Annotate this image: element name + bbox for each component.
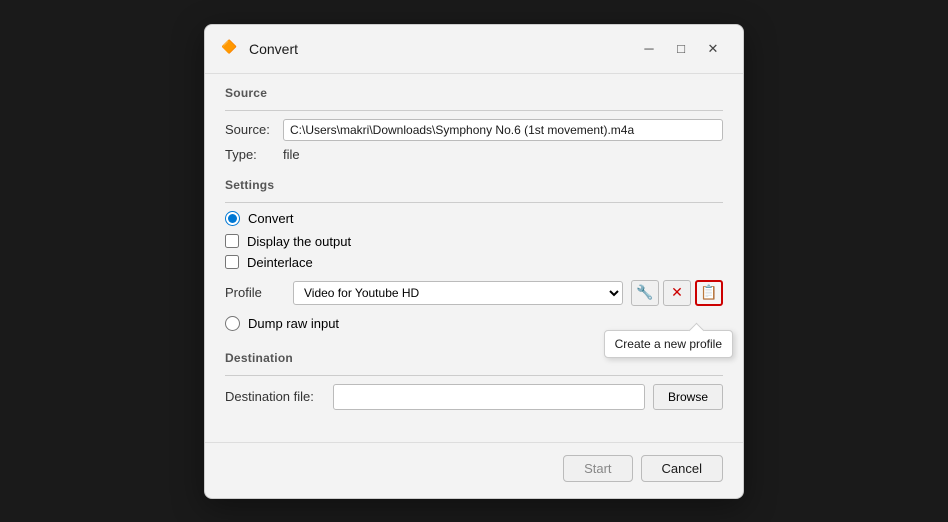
dialog-footer: Start Cancel xyxy=(205,442,743,498)
type-label: Type: xyxy=(225,147,275,162)
settings-section-label: Settings xyxy=(225,166,723,198)
deinterlace-checkbox[interactable] xyxy=(225,255,239,269)
dialog-title: Convert xyxy=(249,41,298,57)
source-row: Source: xyxy=(225,119,723,141)
type-value: file xyxy=(283,147,300,162)
title-bar-left: 🔶 Convert xyxy=(221,39,298,59)
convert-dialog: 🔶 Convert ─ □ ✕ Source Source: Type: fil… xyxy=(204,24,744,499)
title-bar: 🔶 Convert ─ □ ✕ xyxy=(205,25,743,74)
source-label: Source: xyxy=(225,122,275,137)
cancel-button[interactable]: Cancel xyxy=(641,455,723,482)
dump-raw-row: Dump raw input xyxy=(225,316,723,331)
destination-file-input[interactable] xyxy=(333,384,645,410)
dest-file-label: Destination file: xyxy=(225,389,325,404)
create-new-profile-tooltip: Create a new profile xyxy=(604,330,733,358)
deinterlace-label: Deinterlace xyxy=(247,255,313,270)
close-button[interactable]: ✕ xyxy=(699,35,727,63)
profile-new-button[interactable]: 📋 xyxy=(695,280,723,306)
vlc-icon: 🔶 xyxy=(221,39,241,59)
convert-radio-row: Convert xyxy=(225,211,723,226)
source-section-label: Source xyxy=(225,74,723,106)
type-row: Type: file xyxy=(225,147,723,162)
profile-select[interactable]: Video for Youtube HD Video for MPEG4 720… xyxy=(293,281,623,305)
profile-delete-button[interactable]: ✕ xyxy=(663,280,691,306)
destination-file-row: Destination file: Browse xyxy=(225,384,723,410)
dump-raw-radio[interactable] xyxy=(225,316,240,331)
dialog-body: Source Source: Type: file Settings Conve… xyxy=(205,74,743,434)
convert-label: Convert xyxy=(248,211,294,226)
display-output-label: Display the output xyxy=(247,234,351,249)
dump-raw-label: Dump raw input xyxy=(248,316,339,331)
display-output-checkbox[interactable] xyxy=(225,234,239,248)
profile-actions: 🔧 ✕ 📋 Create a new profile xyxy=(631,280,723,306)
maximize-button[interactable]: □ xyxy=(667,35,695,63)
profile-edit-button[interactable]: 🔧 xyxy=(631,280,659,306)
destination-divider xyxy=(225,375,723,376)
settings-divider xyxy=(225,202,723,203)
convert-radio[interactable] xyxy=(225,211,240,226)
profile-row: Profile Video for Youtube HD Video for M… xyxy=(225,280,723,306)
deinterlace-row: Deinterlace xyxy=(225,255,723,270)
settings-section: Settings Convert Display the output Dein… xyxy=(225,166,723,331)
browse-button[interactable]: Browse xyxy=(653,384,723,410)
minimize-button[interactable]: ─ xyxy=(635,35,663,63)
profile-label: Profile xyxy=(225,285,285,300)
display-output-row: Display the output xyxy=(225,234,723,249)
start-button[interactable]: Start xyxy=(563,455,632,482)
source-divider xyxy=(225,110,723,111)
title-bar-controls: ─ □ ✕ xyxy=(635,35,727,63)
tooltip-text: Create a new profile xyxy=(615,337,722,351)
source-path-input[interactable] xyxy=(283,119,723,141)
